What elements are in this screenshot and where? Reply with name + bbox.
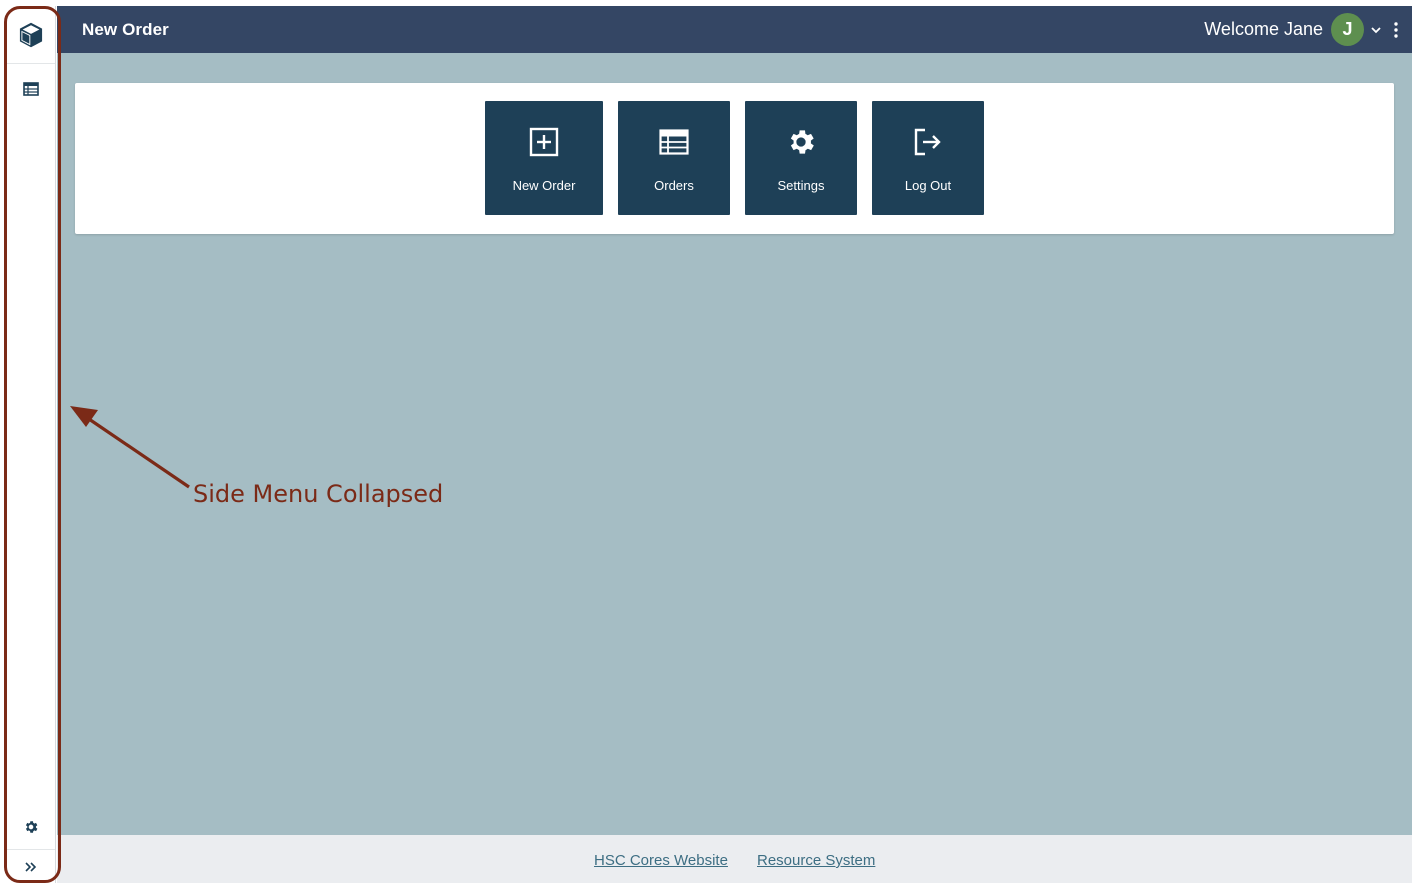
main-content: New Order Orders Settings Log Out bbox=[57, 53, 1412, 835]
table-icon bbox=[659, 129, 689, 155]
resource-system-link[interactable]: Resource System bbox=[757, 852, 875, 869]
top-bar: New Order Welcome Jane J bbox=[57, 6, 1412, 53]
page-title: New Order bbox=[82, 20, 169, 39]
plus-square-icon bbox=[529, 127, 559, 157]
gear-icon bbox=[790, 130, 814, 154]
footer: HSC Cores Website Resource System bbox=[57, 835, 1412, 883]
double-chevron-right-icon bbox=[24, 861, 36, 872]
logout-icon bbox=[914, 128, 941, 156]
user-menu[interactable]: Welcome Jane J bbox=[1204, 6, 1412, 53]
tile-label: New Order bbox=[512, 178, 576, 193]
expand-menu-button[interactable] bbox=[6, 849, 55, 883]
tile-label: Settings bbox=[777, 178, 825, 193]
tile-label: Log Out bbox=[904, 178, 952, 193]
hsc-cores-website-link[interactable]: HSC Cores Website bbox=[594, 852, 728, 869]
table-icon bbox=[22, 82, 39, 96]
log-out-button[interactable]: Log Out bbox=[872, 101, 984, 215]
welcome-text: Welcome Jane bbox=[1204, 19, 1323, 39]
side-menu bbox=[6, 6, 56, 883]
gear-icon bbox=[25, 821, 37, 833]
avatar[interactable]: J bbox=[1331, 13, 1364, 46]
orders-button[interactable]: Orders bbox=[618, 101, 730, 215]
sidebar-item-settings[interactable] bbox=[6, 805, 55, 849]
app-logo[interactable] bbox=[6, 6, 55, 64]
settings-button[interactable]: Settings bbox=[745, 101, 857, 215]
annotation-text: Side Menu Collapsed bbox=[193, 480, 444, 508]
sidebar-item-orders[interactable] bbox=[6, 64, 55, 114]
window-edge bbox=[1412, 0, 1421, 883]
new-order-button[interactable]: New Order bbox=[485, 101, 603, 215]
quick-actions-card: New Order Orders Settings Log Out bbox=[75, 83, 1394, 234]
chevron-down-icon[interactable] bbox=[1370, 26, 1382, 34]
more-options-icon[interactable] bbox=[1394, 21, 1398, 38]
tile-label: Orders bbox=[654, 178, 694, 193]
cube-icon bbox=[19, 22, 42, 47]
